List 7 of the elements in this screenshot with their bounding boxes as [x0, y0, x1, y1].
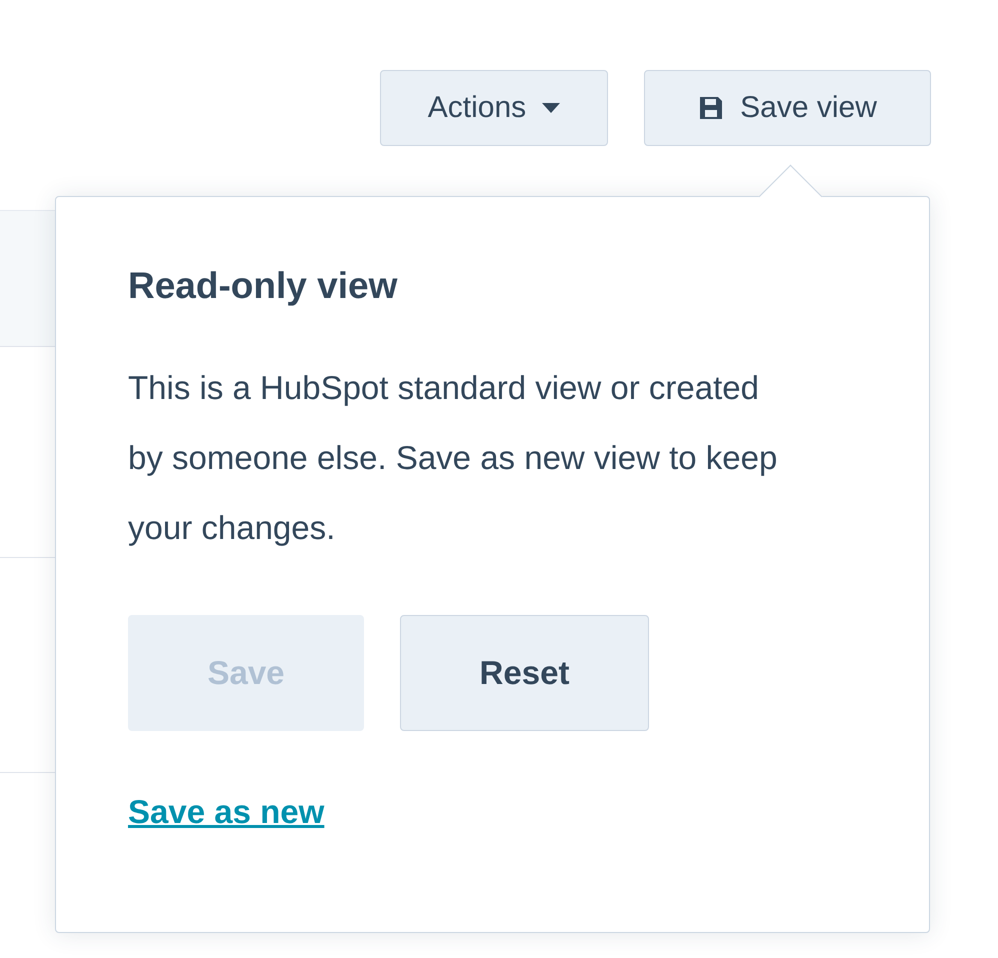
popover-title: Read-only view: [128, 264, 398, 308]
save-view-button[interactable]: Save view: [644, 70, 931, 146]
caret-icon: [542, 103, 560, 113]
actions-button[interactable]: Actions: [380, 70, 608, 146]
reset-button[interactable]: Reset: [400, 615, 649, 731]
save-as-new-link[interactable]: Save as new: [128, 793, 324, 831]
popover-message: This is a HubSpot standard view or created by someone else. Save as new view to keep your changes.: [128, 368, 778, 548]
